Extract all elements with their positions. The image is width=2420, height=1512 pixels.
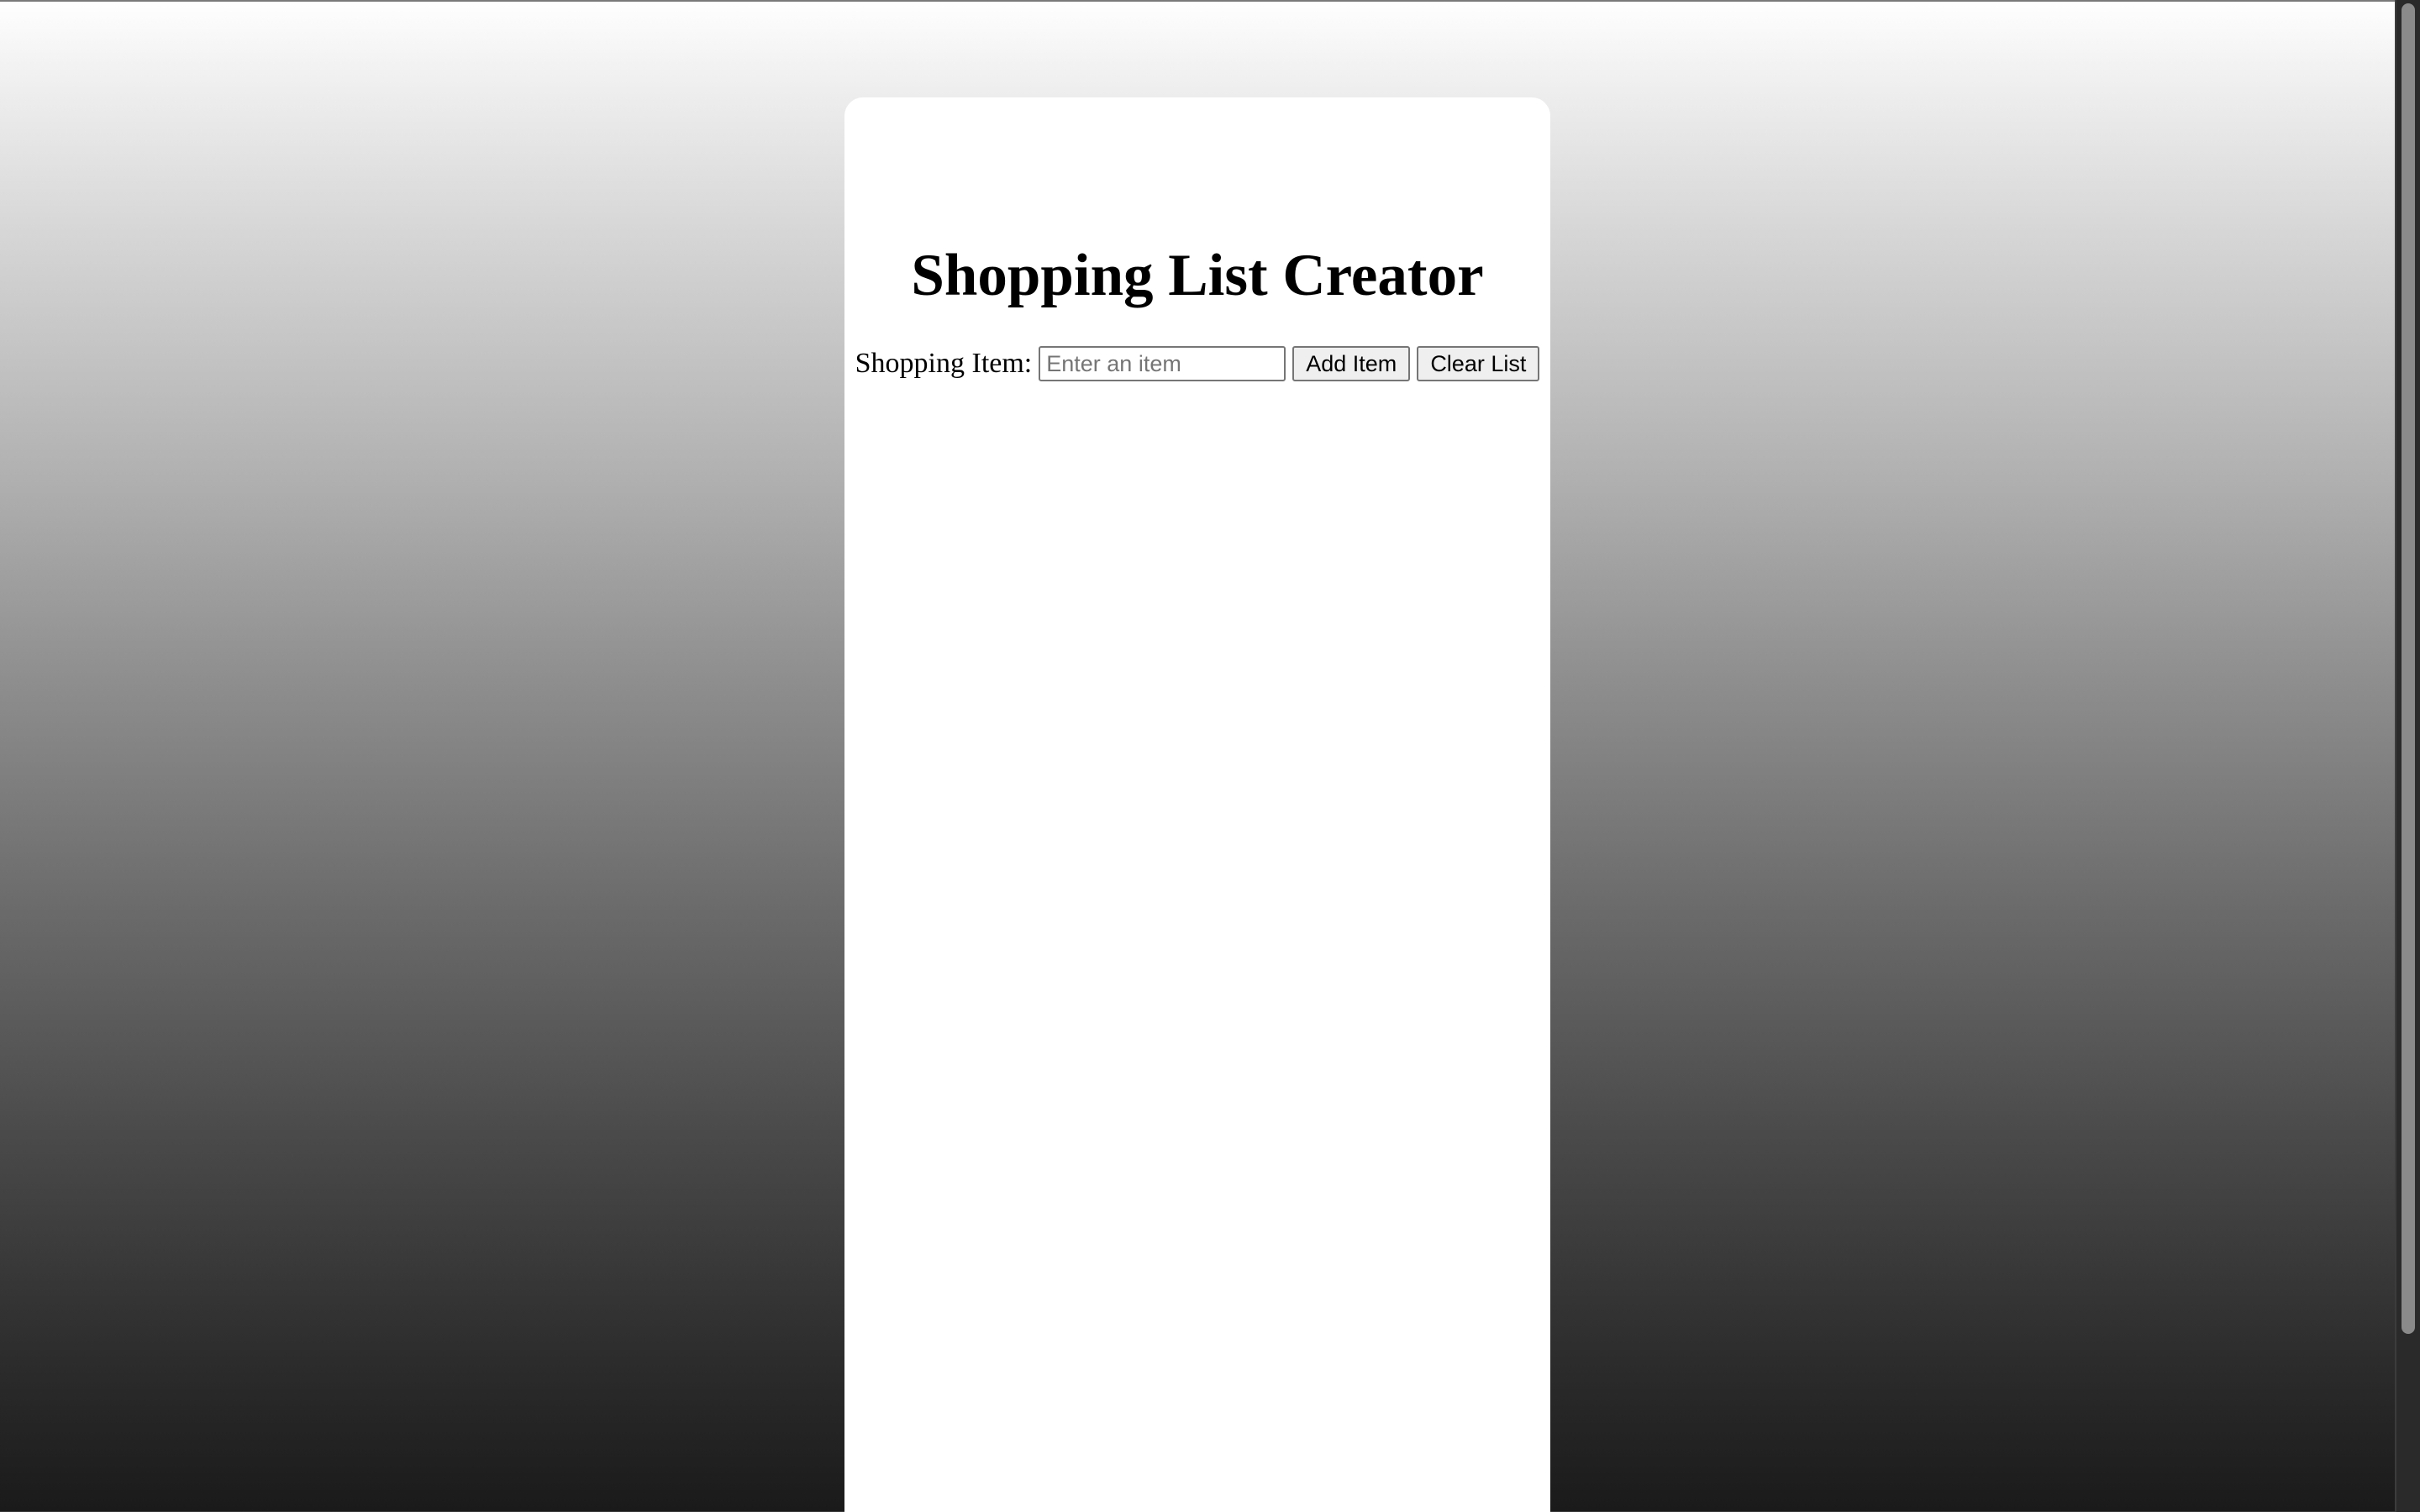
window-top-border [0, 0, 2395, 2]
clear-list-button[interactable]: Clear List [1417, 346, 1540, 381]
vertical-scrollbar[interactable] [2395, 0, 2420, 1512]
add-item-form: Shopping Item: Add Item Clear List [844, 344, 1550, 383]
shopping-item-label: Shopping Item: [855, 348, 1033, 379]
shopping-item-input[interactable] [1039, 346, 1286, 381]
shopping-list-card: Shopping List Creator Shopping Item: Add… [844, 97, 1550, 1512]
scrollbar-thumb[interactable] [2402, 3, 2415, 1334]
add-item-button[interactable]: Add Item [1292, 346, 1411, 381]
page-title: Shopping List Creator [911, 243, 1484, 308]
